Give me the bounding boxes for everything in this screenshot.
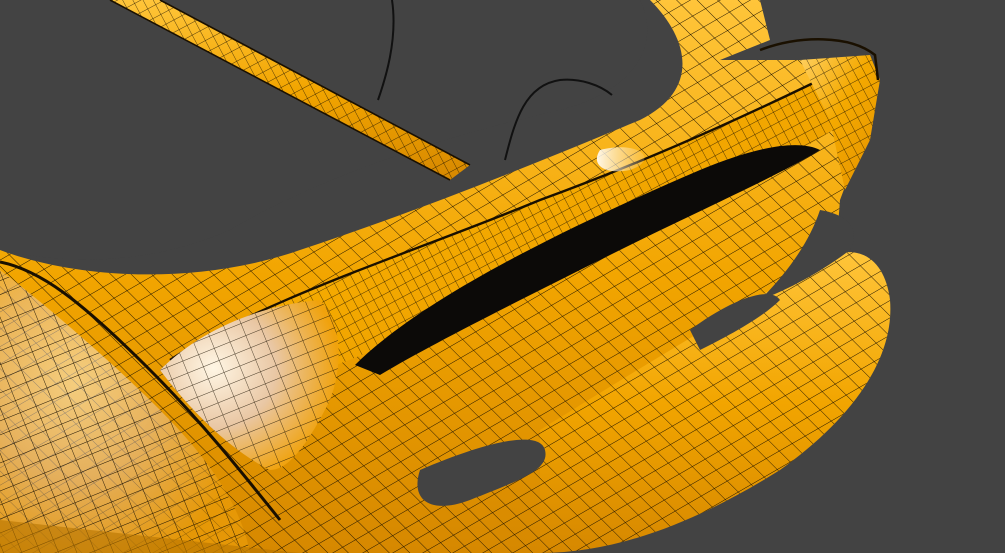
3d-viewport[interactable] bbox=[0, 0, 1005, 553]
